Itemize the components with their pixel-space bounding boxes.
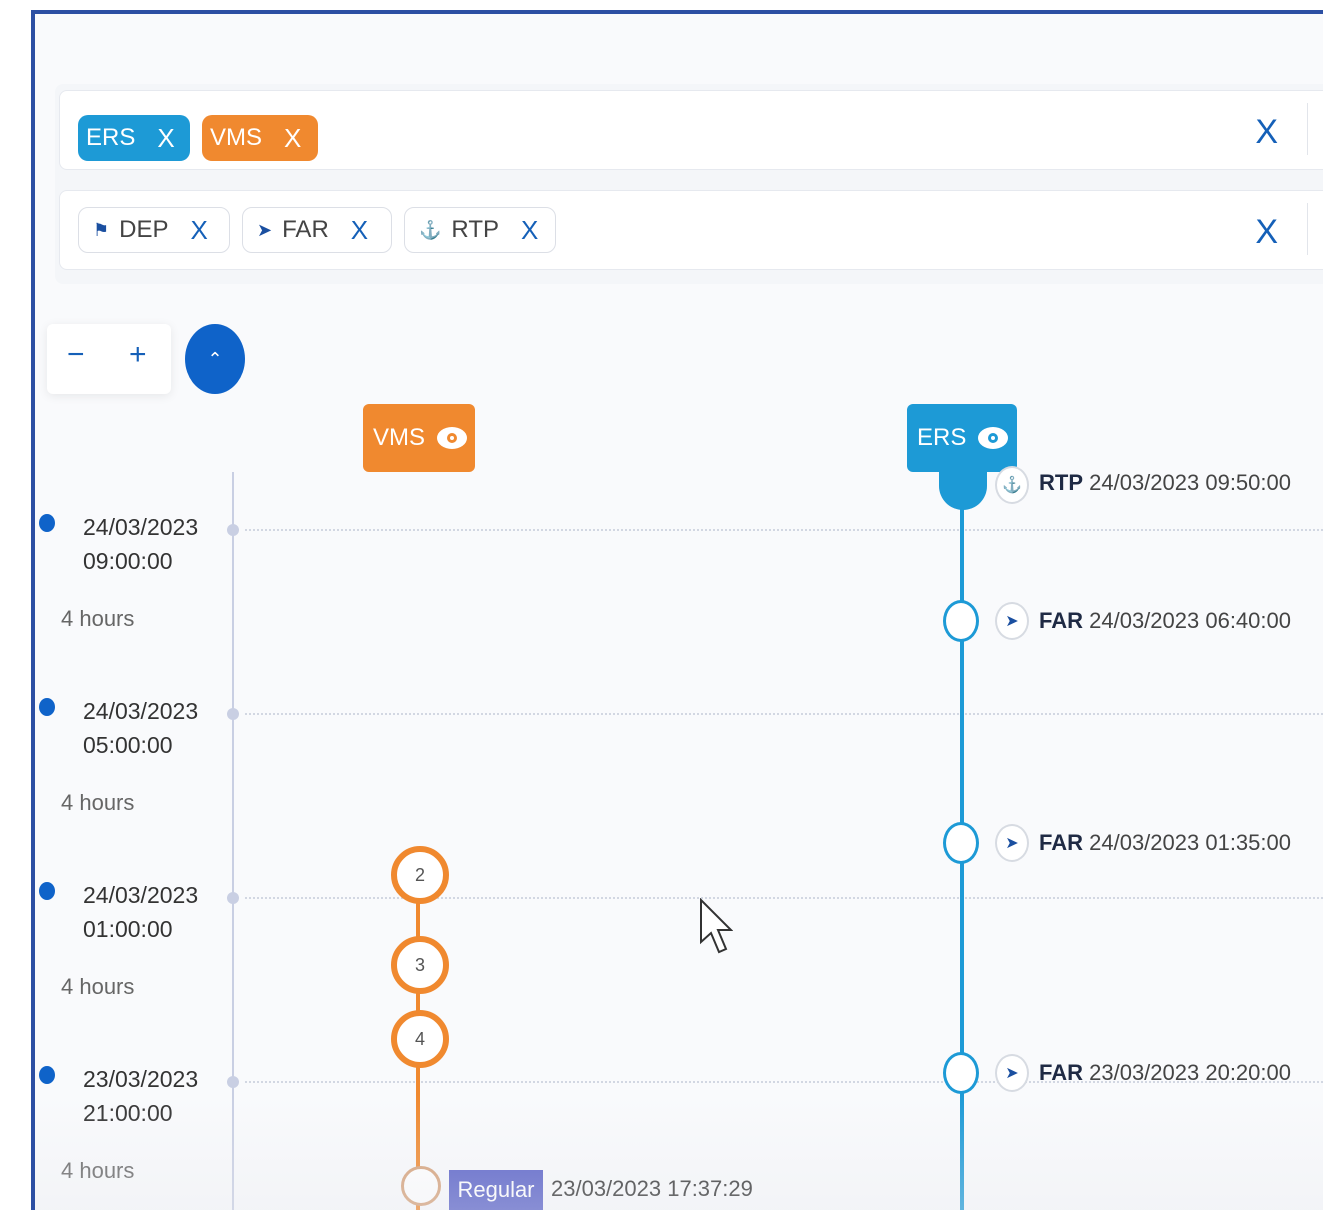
anchor-icon: ⚓ [419,219,442,240]
interval-label: 4 hours [61,1158,135,1183]
grid-line [245,713,1323,715]
time-mark-label: 24/03/2023 05:00:00 [83,698,199,758]
ers-event-far[interactable]: FAR 23/03/2023 20:20:00 [1039,1060,1291,1086]
remove-vms-icon[interactable]: X [284,123,301,154]
chip-ers-label: ERS [86,124,136,151]
fish-icon: ➤ [257,219,273,240]
interval-label: 4 hours [61,974,135,999]
chip-rtp[interactable]: ⚓ RTP X [404,207,556,253]
chip-vms-label: VMS [210,124,263,151]
event-type-filter[interactable]: ⚑ DEP X ➤ FAR X ⚓ RTP X X ⌄ [59,190,1323,270]
ers-track-start [939,472,987,510]
divider [1307,103,1308,155]
time-mark-dot [39,1066,55,1084]
axis-tick [227,524,239,536]
chevron-up-icon: ⌃ [207,348,223,369]
chip-rtp-label: RTP [451,216,499,243]
remove-rtp-icon[interactable]: X [521,215,538,246]
ers-event-far[interactable]: FAR 24/03/2023 06:40:00 [1039,608,1291,634]
track-vms-header[interactable]: VMS [363,404,475,472]
vms-position-node[interactable] [401,1166,441,1206]
axis-tick [227,892,239,904]
collapse-button[interactable]: ⌃ [185,324,245,394]
chip-ers[interactable]: ERS X [78,115,190,161]
time-axis-line [232,472,234,1210]
ers-event-node[interactable] [943,822,979,864]
vms-cluster-node[interactable]: 2 [391,846,449,904]
fish-icon: ➤ [995,1054,1029,1092]
zoom-controls: − + [47,324,171,394]
time-mark-label: 23/03/2023 21:00:00 [83,1066,199,1126]
grid-line [245,529,1323,531]
fish-icon: ➤ [995,824,1029,862]
remove-ers-icon[interactable]: X [157,123,174,154]
track-vms-label: VMS [373,424,426,451]
time-mark-dot [39,514,55,532]
ers-event-node[interactable] [943,600,979,642]
time-mark-label: 24/03/2023 09:00:00 [83,514,199,574]
mouse-cursor-icon [700,898,733,954]
time-mark-dot [39,882,55,900]
divider [1307,203,1308,255]
clear-event-types-icon[interactable]: X [1255,213,1278,252]
eye-icon[interactable] [437,427,468,449]
anchor-icon: ⚓ [995,466,1029,504]
remove-dep-icon[interactable]: X [191,215,208,246]
timeline-panel: ERS X VMS X X ⌄ ⚑ DEP X ➤ FAR X ⚓ RTP X … [31,10,1323,1210]
vms-cluster-node[interactable]: 4 [391,1010,449,1068]
position-type-badge: Regular [449,1170,543,1210]
chip-dep[interactable]: ⚑ DEP X [78,207,230,253]
vms-cluster-node[interactable]: 3 [391,936,449,994]
track-ers-label: ERS [917,424,967,451]
time-mark-dot [39,698,55,716]
ers-event-rtp[interactable]: RTP 24/03/2023 09:50:00 [1039,470,1291,496]
flag-icon: ⚑ [93,219,110,240]
remove-far-icon[interactable]: X [351,215,368,246]
chip-vms[interactable]: VMS X [202,115,318,161]
interval-label: 4 hours [61,606,135,631]
chip-far[interactable]: ➤ FAR X [242,207,392,253]
position-timestamp: 23/03/2023 17:37:29 [551,1176,753,1201]
interval-label: 4 hours [61,790,135,815]
chip-dep-label: DEP [119,216,169,243]
clear-sources-icon[interactable]: X [1255,113,1278,152]
track-ers-header[interactable]: ERS [907,404,1017,472]
ers-event-node[interactable] [943,1052,979,1094]
axis-tick [227,708,239,720]
axis-tick [227,1076,239,1088]
source-filter[interactable]: ERS X VMS X X ⌄ [59,90,1323,170]
zoom-in-button[interactable]: + [129,338,147,372]
eye-icon[interactable] [978,427,1009,449]
fish-icon: ➤ [995,602,1029,640]
chip-far-label: FAR [282,216,329,243]
ers-event-far[interactable]: FAR 24/03/2023 01:35:00 [1039,830,1291,856]
time-mark-label: 24/03/2023 01:00:00 [83,882,199,942]
zoom-out-button[interactable]: − [67,338,85,372]
